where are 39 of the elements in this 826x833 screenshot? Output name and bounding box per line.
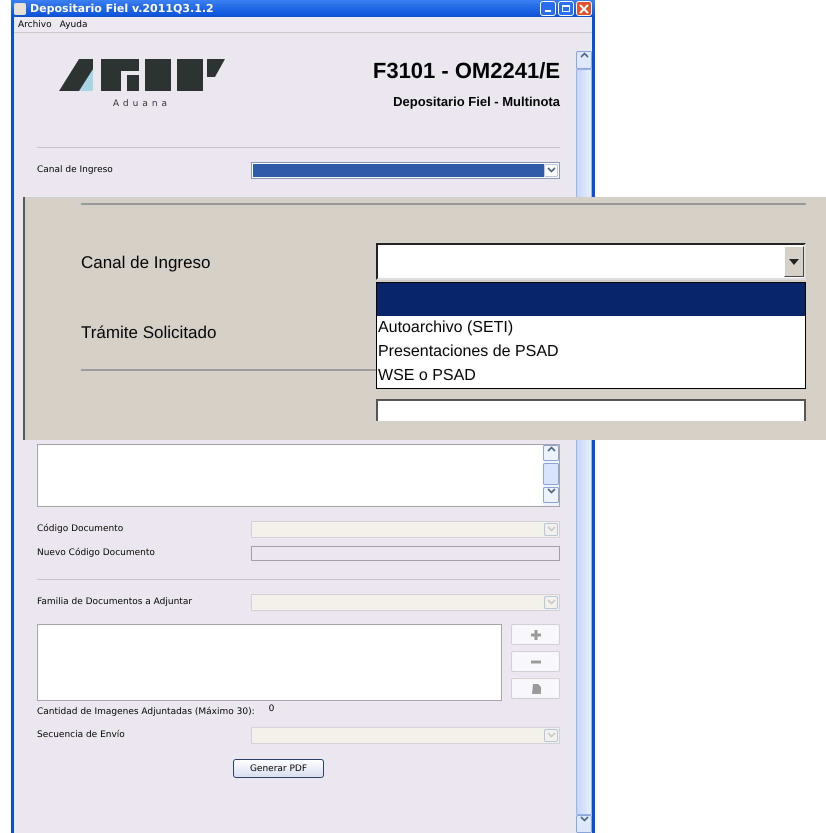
minimize-button[interactable] — [540, 1, 556, 16]
plus-icon — [530, 628, 542, 640]
input-field[interactable] — [376, 399, 806, 421]
image-count: 0 — [268, 704, 274, 714]
form-title: F3101 - OM2241/E — [372, 58, 560, 84]
logo-caption: Aduana — [112, 99, 172, 109]
field-label: Canal de Ingreso — [37, 165, 114, 175]
field-label: Código Documento — [37, 524, 124, 534]
close-button[interactable] — [576, 1, 592, 16]
field-label: Trámite Solicitado — [81, 322, 218, 343]
caret-icon — [544, 596, 558, 608]
generate-pdf-button[interactable]: Generar PDF — [232, 759, 324, 778]
menu-item[interactable]: Archivo — [18, 20, 52, 30]
dropdown-option[interactable]: WSE o PSAD — [377, 364, 805, 388]
minus-icon — [530, 660, 542, 664]
add-button[interactable] — [511, 624, 560, 645]
field-label: Canal de Ingreso — [81, 252, 212, 273]
field-label: Familia de Documentos a Adjuntar — [37, 597, 194, 607]
text-area[interactable] — [37, 444, 560, 507]
field-label: Secuencia de Envío — [37, 730, 126, 740]
document-icon — [530, 682, 542, 694]
dropdown-field[interactable] — [376, 243, 806, 280]
remove-button[interactable] — [511, 651, 560, 672]
dropdown-field[interactable] — [251, 162, 560, 178]
document-button[interactable] — [511, 678, 560, 699]
caret-icon — [544, 522, 558, 536]
scrollbar[interactable] — [543, 445, 559, 506]
dropdown-option[interactable]: Autoarchivo (SETI) — [377, 316, 805, 340]
window-title: Depositario Fiel v.2011Q3.1.2 — [30, 2, 215, 15]
caret-icon — [784, 246, 804, 277]
field-label: Cantidad de Imagenes Adjuntadas (Máximo 30): — [37, 707, 255, 717]
maximize-button[interactable] — [558, 1, 574, 16]
form-subtitle: Depositario Fiel - Multinota — [393, 94, 560, 108]
caret-icon — [544, 728, 558, 742]
menu-item[interactable]: Ayuda — [60, 20, 88, 30]
field-label: Nuevo Código Documento — [37, 548, 156, 558]
caret-icon — [544, 164, 558, 176]
dropdown-option[interactable]: Presentaciones de PSAD — [377, 340, 805, 364]
attachment-list[interactable] — [37, 624, 502, 701]
